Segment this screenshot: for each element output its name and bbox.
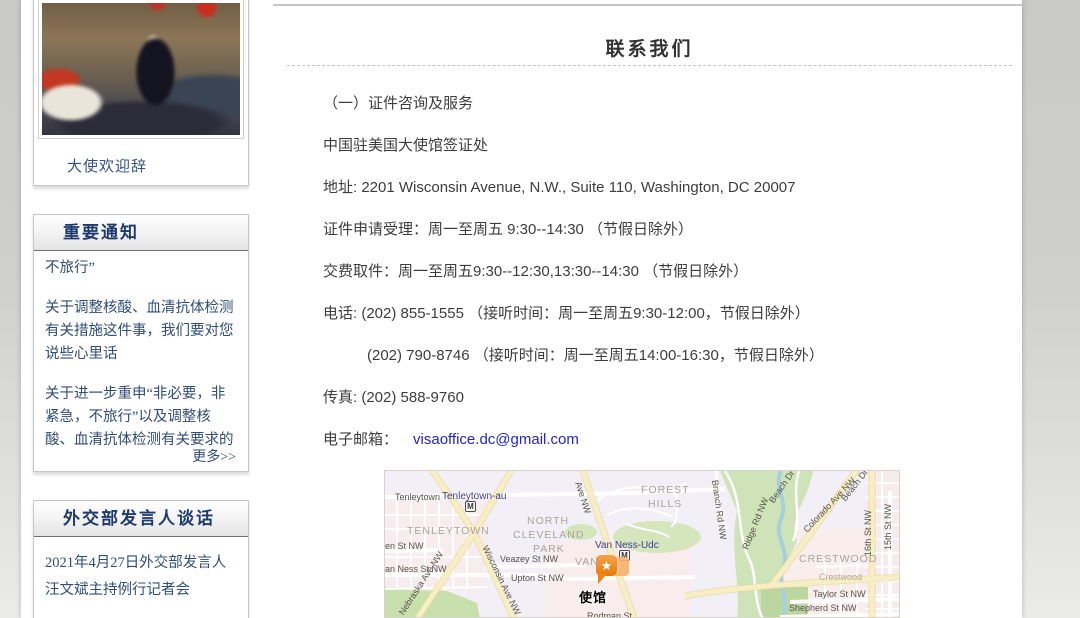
important-notices-header: 重要通知 xyxy=(34,215,248,251)
ambassador-photo[interactable] xyxy=(42,3,240,135)
embassy-map-label: 使馆 xyxy=(579,587,607,606)
notice-link[interactable]: 不旅行” xyxy=(45,257,237,280)
star-icon: ★ xyxy=(601,558,613,573)
embassy-location-map[interactable]: ★ 使馆 TenleytownTenleytown-auTENLEYTOWNNO… xyxy=(384,470,900,618)
ambassador-photo-frame xyxy=(38,0,244,139)
spokesperson-talks-box: 外交部发言人谈话 2021年4月27日外交部发言人汪文斌主持例行记者会 xyxy=(33,500,249,618)
contact-line: 中国驻美国大使馆签证处 xyxy=(323,125,1022,167)
contact-line: 交费取件：周一至周五9:30--12:30,13:30--14:30 （节假日除… xyxy=(323,251,1022,293)
notices-more-link[interactable]: 更多>> xyxy=(192,446,236,466)
title-separator xyxy=(287,65,1012,66)
map-roads-layer xyxy=(385,471,900,618)
email-link[interactable]: visaoffice.dc@gmail.com xyxy=(413,431,579,448)
page-title: 联系我们 xyxy=(605,39,693,60)
email-row: 电子邮箱： visaoffice.dc@gmail.com xyxy=(323,419,579,461)
crowd-photo-image xyxy=(42,3,240,135)
important-notices-box: 重要通知 不旅行” 关于调整核酸、血清抗体检测有关措施这件事，我们要对您说些心里… xyxy=(33,214,249,472)
contact-line: 传真: (202) 588-9760 xyxy=(323,377,1022,419)
page-container: 大使欢迎辞 重要通知 不旅行” 关于调整核酸、血清抗体检测有关措施这件事，我们要… xyxy=(21,0,1022,618)
ambassador-welcome-card[interactable]: 大使欢迎辞 xyxy=(33,0,249,186)
spokesperson-talks-list: 2021年4月27日外交部发言人汪文斌主持例行记者会 xyxy=(34,537,248,618)
metro-station-icon xyxy=(465,501,476,512)
notice-link[interactable]: 关于调整核酸、血清抗体检测有关措施这件事，我们要对您说些心里话 xyxy=(45,297,237,366)
embassy-map-pin[interactable]: ★ xyxy=(596,555,617,576)
nav-bottom-border xyxy=(273,4,1022,6)
contact-line: （一）证件咨询及服务 xyxy=(323,83,1022,125)
page-title-row: 联系我们 xyxy=(287,34,1012,61)
contact-line: (202) 790-8746 （接听时间：周一至周五14:00-16:30，节假… xyxy=(323,335,1022,377)
notice-link[interactable]: 关于进一步重申“非必要，非紧急，不旅行”以及调整核酸、血清抗体检测有关要求的重要… xyxy=(45,383,237,447)
contact-line: 地址: 2201 Wisconsin Avenue, N.W., Suite 1… xyxy=(323,167,1022,209)
spokesperson-talks-header: 外交部发言人谈话 xyxy=(34,501,248,537)
contact-line: 证件申请受理：周一至周五 9:30--14:30 （节假日除外） xyxy=(323,209,1022,251)
important-notices-list: 不旅行” 关于调整核酸、血清抗体检测有关措施这件事，我们要对您说些心里话 关于进… xyxy=(34,251,248,447)
map-pin-tail xyxy=(598,574,607,584)
email-label: 电子邮箱： xyxy=(323,431,398,448)
contact-info: （一）证件咨询及服务 中国驻美国大使馆签证处 地址: 2201 Wisconsi… xyxy=(323,83,1022,419)
contact-line: 电话: (202) 855-1555 （接听时间：周一至周五9:30-12:00… xyxy=(323,293,1022,335)
talk-link[interactable]: 2021年4月27日外交部发言人汪文斌主持例行记者会 xyxy=(45,550,237,604)
ambassador-welcome-link[interactable]: 大使欢迎辞 xyxy=(67,155,248,176)
